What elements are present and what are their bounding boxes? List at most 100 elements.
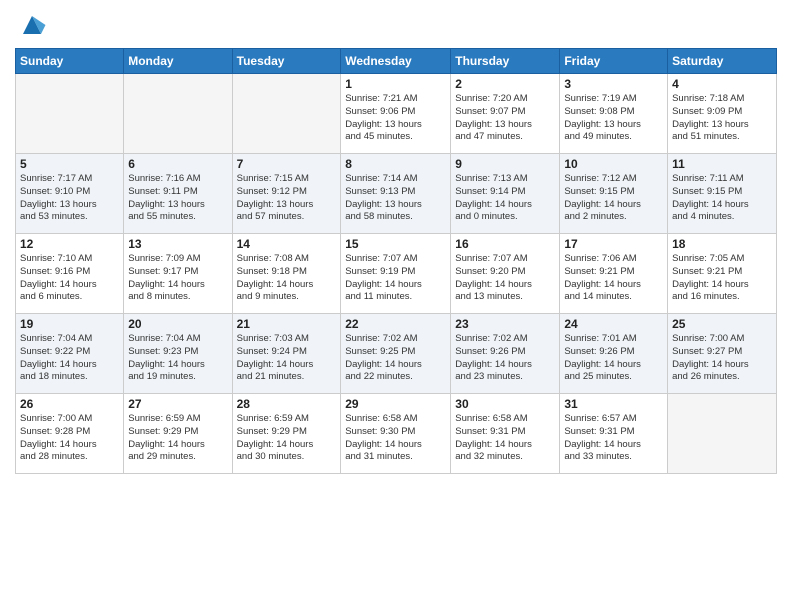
day-info: Sunrise: 7:02 AM Sunset: 9:26 PM Dayligh… — [455, 333, 555, 384]
calendar-cell: 7 Sunrise: 7:15 AM Sunset: 9:12 PM Daylig… — [232, 154, 341, 234]
calendar-cell: 19 Sunrise: 7:04 AM Sunset: 9:22 PM Dayli… — [16, 314, 124, 394]
day-info: Sunrise: 7:11 AM Sunset: 9:15 PM Dayligh… — [672, 173, 772, 224]
day-info: Sunrise: 7:13 AM Sunset: 9:14 PM Dayligh… — [455, 173, 555, 224]
day-info: Sunrise: 6:58 AM Sunset: 9:31 PM Dayligh… — [455, 413, 555, 464]
day-info: Sunrise: 7:17 AM Sunset: 9:10 PM Dayligh… — [20, 173, 119, 224]
day-number: 7 — [237, 157, 337, 171]
col-header-tuesday: Tuesday — [232, 49, 341, 74]
calendar-cell: 13 Sunrise: 7:09 AM Sunset: 9:17 PM Dayli… — [124, 234, 232, 314]
day-number: 10 — [564, 157, 663, 171]
day-info: Sunrise: 7:14 AM Sunset: 9:13 PM Dayligh… — [345, 173, 446, 224]
day-info: Sunrise: 7:06 AM Sunset: 9:21 PM Dayligh… — [564, 253, 663, 304]
day-number: 14 — [237, 237, 337, 251]
calendar-week-row: 26 Sunrise: 7:00 AM Sunset: 9:28 PM Dayli… — [16, 394, 777, 474]
day-info: Sunrise: 7:07 AM Sunset: 9:20 PM Dayligh… — [455, 253, 555, 304]
calendar-cell: 21 Sunrise: 7:03 AM Sunset: 9:24 PM Dayli… — [232, 314, 341, 394]
calendar-cell: 24 Sunrise: 7:01 AM Sunset: 9:26 PM Dayli… — [560, 314, 668, 394]
day-info: Sunrise: 7:19 AM Sunset: 9:08 PM Dayligh… — [564, 93, 663, 144]
calendar-cell: 3 Sunrise: 7:19 AM Sunset: 9:08 PM Daylig… — [560, 74, 668, 154]
calendar-week-row: 5 Sunrise: 7:17 AM Sunset: 9:10 PM Daylig… — [16, 154, 777, 234]
col-header-friday: Friday — [560, 49, 668, 74]
calendar-cell — [16, 74, 124, 154]
day-info: Sunrise: 7:18 AM Sunset: 9:09 PM Dayligh… — [672, 93, 772, 144]
calendar-cell: 17 Sunrise: 7:06 AM Sunset: 9:21 PM Dayli… — [560, 234, 668, 314]
day-number: 13 — [128, 237, 227, 251]
day-info: Sunrise: 7:00 AM Sunset: 9:28 PM Dayligh… — [20, 413, 119, 464]
calendar-cell — [124, 74, 232, 154]
day-number: 24 — [564, 317, 663, 331]
calendar-cell: 22 Sunrise: 7:02 AM Sunset: 9:25 PM Dayli… — [341, 314, 451, 394]
calendar-week-row: 12 Sunrise: 7:10 AM Sunset: 9:16 PM Dayli… — [16, 234, 777, 314]
calendar-cell: 12 Sunrise: 7:10 AM Sunset: 9:16 PM Dayli… — [16, 234, 124, 314]
day-info: Sunrise: 7:07 AM Sunset: 9:19 PM Dayligh… — [345, 253, 446, 304]
day-info: Sunrise: 7:09 AM Sunset: 9:17 PM Dayligh… — [128, 253, 227, 304]
calendar-cell: 27 Sunrise: 6:59 AM Sunset: 9:29 PM Dayli… — [124, 394, 232, 474]
calendar-cell: 18Sunrise: 7:05 AM Sunset: 9:21 PM Dayli… — [668, 234, 777, 314]
day-info: Sunrise: 7:21 AM Sunset: 9:06 PM Dayligh… — [345, 93, 446, 144]
day-info: Sunrise: 7:05 AM Sunset: 9:21 PM Dayligh… — [672, 253, 772, 304]
day-number: 3 — [564, 77, 663, 91]
day-number: 15 — [345, 237, 446, 251]
day-info: Sunrise: 6:58 AM Sunset: 9:30 PM Dayligh… — [345, 413, 446, 464]
calendar-cell: 25 Sunrise: 7:00 AM Sunset: 9:27 PM Dayli… — [668, 314, 777, 394]
logo-icon — [17, 10, 47, 40]
col-header-monday: Monday — [124, 49, 232, 74]
day-number: 12 — [20, 237, 119, 251]
calendar-table: SundayMondayTuesdayWednesdayThursdayFrid… — [15, 48, 777, 474]
day-number: 27 — [128, 397, 227, 411]
day-number: 21 — [237, 317, 337, 331]
day-info: Sunrise: 6:59 AM Sunset: 9:29 PM Dayligh… — [237, 413, 337, 464]
day-info: Sunrise: 7:04 AM Sunset: 9:23 PM Dayligh… — [128, 333, 227, 384]
day-number: 1 — [345, 77, 446, 91]
day-number: 17 — [564, 237, 663, 251]
calendar-cell: 2Sunrise: 7:20 AM Sunset: 9:07 PM Daylig… — [451, 74, 560, 154]
day-info: Sunrise: 7:01 AM Sunset: 9:26 PM Dayligh… — [564, 333, 663, 384]
day-number: 25 — [672, 317, 772, 331]
day-number: 30 — [455, 397, 555, 411]
day-number: 19 — [20, 317, 119, 331]
col-header-thursday: Thursday — [451, 49, 560, 74]
day-number: 31 — [564, 397, 663, 411]
day-number: 11 — [672, 157, 772, 171]
calendar-cell: 11 Sunrise: 7:11 AM Sunset: 9:15 PM Dayli… — [668, 154, 777, 234]
day-number: 22 — [345, 317, 446, 331]
day-number: 26 — [20, 397, 119, 411]
col-header-saturday: Saturday — [668, 49, 777, 74]
day-number: 29 — [345, 397, 446, 411]
day-number: 20 — [128, 317, 227, 331]
calendar-cell: 8Sunrise: 7:14 AM Sunset: 9:13 PM Daylig… — [341, 154, 451, 234]
day-number: 6 — [128, 157, 227, 171]
day-number: 23 — [455, 317, 555, 331]
calendar-cell: 23 Sunrise: 7:02 AM Sunset: 9:26 PM Dayli… — [451, 314, 560, 394]
calendar-cell: 16 Sunrise: 7:07 AM Sunset: 9:20 PM Dayli… — [451, 234, 560, 314]
calendar-header-row: SundayMondayTuesdayWednesdayThursdayFrid… — [16, 49, 777, 74]
calendar-cell: 10 Sunrise: 7:12 AM Sunset: 9:15 PM Dayli… — [560, 154, 668, 234]
calendar-body: 1 Sunrise: 7:21 AM Sunset: 9:06 PM Daylig… — [16, 74, 777, 474]
day-info: Sunrise: 7:00 AM Sunset: 9:27 PM Dayligh… — [672, 333, 772, 384]
header — [15, 10, 777, 40]
calendar-cell: 4Sunrise: 7:18 AM Sunset: 9:09 PM Daylig… — [668, 74, 777, 154]
calendar-cell — [668, 394, 777, 474]
calendar-week-row: 19 Sunrise: 7:04 AM Sunset: 9:22 PM Dayli… — [16, 314, 777, 394]
day-number: 16 — [455, 237, 555, 251]
day-info: Sunrise: 7:10 AM Sunset: 9:16 PM Dayligh… — [20, 253, 119, 304]
day-info: Sunrise: 7:02 AM Sunset: 9:25 PM Dayligh… — [345, 333, 446, 384]
day-info: Sunrise: 7:12 AM Sunset: 9:15 PM Dayligh… — [564, 173, 663, 224]
day-info: Sunrise: 7:20 AM Sunset: 9:07 PM Dayligh… — [455, 93, 555, 144]
day-info: Sunrise: 7:03 AM Sunset: 9:24 PM Dayligh… — [237, 333, 337, 384]
logo — [15, 10, 47, 40]
calendar-cell: 20 Sunrise: 7:04 AM Sunset: 9:23 PM Dayli… — [124, 314, 232, 394]
day-info: Sunrise: 7:04 AM Sunset: 9:22 PM Dayligh… — [20, 333, 119, 384]
day-info: Sunrise: 6:59 AM Sunset: 9:29 PM Dayligh… — [128, 413, 227, 464]
calendar-cell — [232, 74, 341, 154]
calendar-cell: 14Sunrise: 7:08 AM Sunset: 9:18 PM Dayli… — [232, 234, 341, 314]
calendar-week-row: 1 Sunrise: 7:21 AM Sunset: 9:06 PM Daylig… — [16, 74, 777, 154]
day-number: 28 — [237, 397, 337, 411]
day-number: 9 — [455, 157, 555, 171]
day-number: 5 — [20, 157, 119, 171]
calendar-cell: 28 Sunrise: 6:59 AM Sunset: 9:29 PM Dayli… — [232, 394, 341, 474]
calendar-cell: 9 Sunrise: 7:13 AM Sunset: 9:14 PM Daylig… — [451, 154, 560, 234]
day-info: Sunrise: 7:15 AM Sunset: 9:12 PM Dayligh… — [237, 173, 337, 224]
col-header-wednesday: Wednesday — [341, 49, 451, 74]
col-header-sunday: Sunday — [16, 49, 124, 74]
